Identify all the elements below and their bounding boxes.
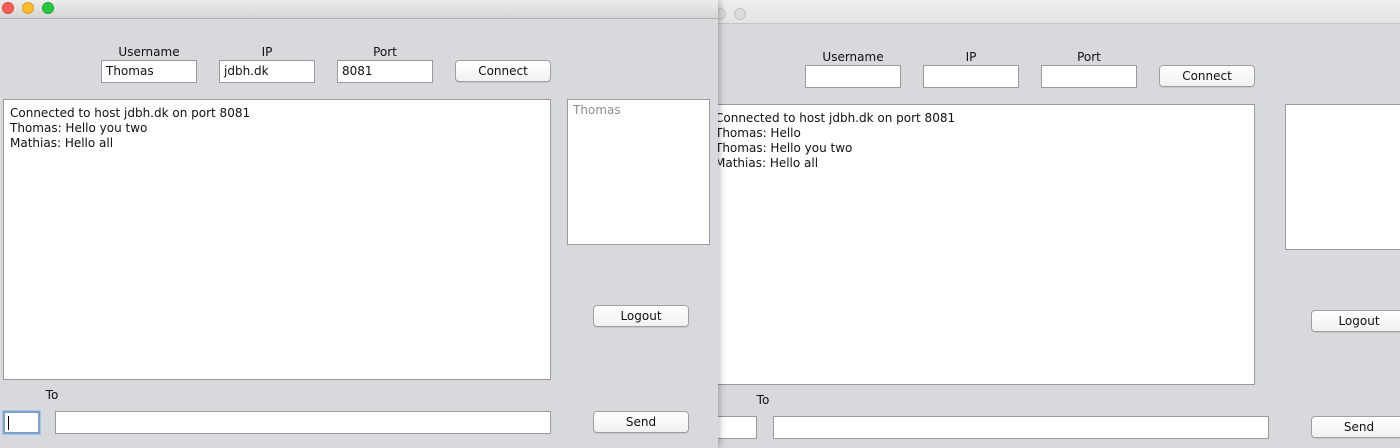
send-button[interactable]: Send	[1311, 416, 1400, 438]
maximize-icon[interactable]	[734, 8, 746, 20]
maximize-icon[interactable]	[42, 2, 54, 14]
ip-field[interactable]: jdbh.dk	[219, 60, 315, 83]
logout-button[interactable]: Logout	[1311, 310, 1400, 332]
send-button[interactable]: Send	[593, 411, 689, 433]
user-list[interactable]	[1285, 104, 1400, 250]
connect-button[interactable]: Connect	[1159, 65, 1255, 87]
minimize-icon[interactable]	[22, 2, 34, 14]
username-label: Username	[118, 45, 180, 59]
minimize-icon[interactable]	[718, 8, 726, 20]
logout-button[interactable]: Logout	[593, 305, 689, 327]
chat-log[interactable]: Connected to host jdbh.dk on port 8081 T…	[3, 99, 551, 380]
to-label: To	[45, 388, 59, 402]
chat-line: Mathias: Hello all	[718, 156, 819, 170]
chat-line: Connected to host jdbh.dk on port 8081	[718, 111, 956, 125]
ip-field[interactable]	[923, 65, 1019, 88]
chat-line: Thomas: Hello you two	[718, 141, 853, 155]
close-icon[interactable]	[2, 2, 14, 14]
to-label: To	[756, 393, 770, 407]
title-bar	[718, 0, 1400, 24]
user-list[interactable]: Thomas	[567, 99, 710, 245]
chat-line: Thomas: Hello you two	[10, 121, 148, 135]
text-caret	[8, 415, 9, 430]
chat-client-window-active: Username IP Port Thomas jdbh.dk 8081 Con…	[0, 0, 718, 448]
ip-label: IP	[261, 45, 273, 59]
port-label: Port	[1077, 50, 1101, 64]
port-field[interactable]	[1041, 65, 1137, 88]
username-field[interactable]	[805, 65, 901, 88]
chat-log[interactable]: Connected to host jdbh.dk on port 8081 T…	[718, 104, 1255, 385]
username-label: Username	[822, 50, 884, 64]
username-field[interactable]: Thomas	[101, 60, 197, 83]
chat-line: Thomas: Hello	[718, 126, 801, 140]
message-field[interactable]	[55, 411, 551, 434]
to-field[interactable]	[718, 416, 757, 439]
ip-label: IP	[965, 50, 977, 64]
message-field[interactable]	[773, 416, 1269, 439]
chat-line: Mathias: Hello all	[10, 136, 114, 150]
port-field[interactable]: 8081	[337, 60, 433, 83]
chat-line: Connected to host jdbh.dk on port 8081	[10, 106, 251, 120]
title-bar	[0, 0, 718, 19]
user-list-item[interactable]: Thomas	[573, 103, 704, 118]
chat-client-window-inactive: Username IP Port Connect Connected to ho…	[718, 0, 1400, 448]
to-field[interactable]	[3, 411, 40, 434]
connect-button[interactable]: Connect	[455, 60, 551, 82]
port-label: Port	[373, 45, 397, 59]
